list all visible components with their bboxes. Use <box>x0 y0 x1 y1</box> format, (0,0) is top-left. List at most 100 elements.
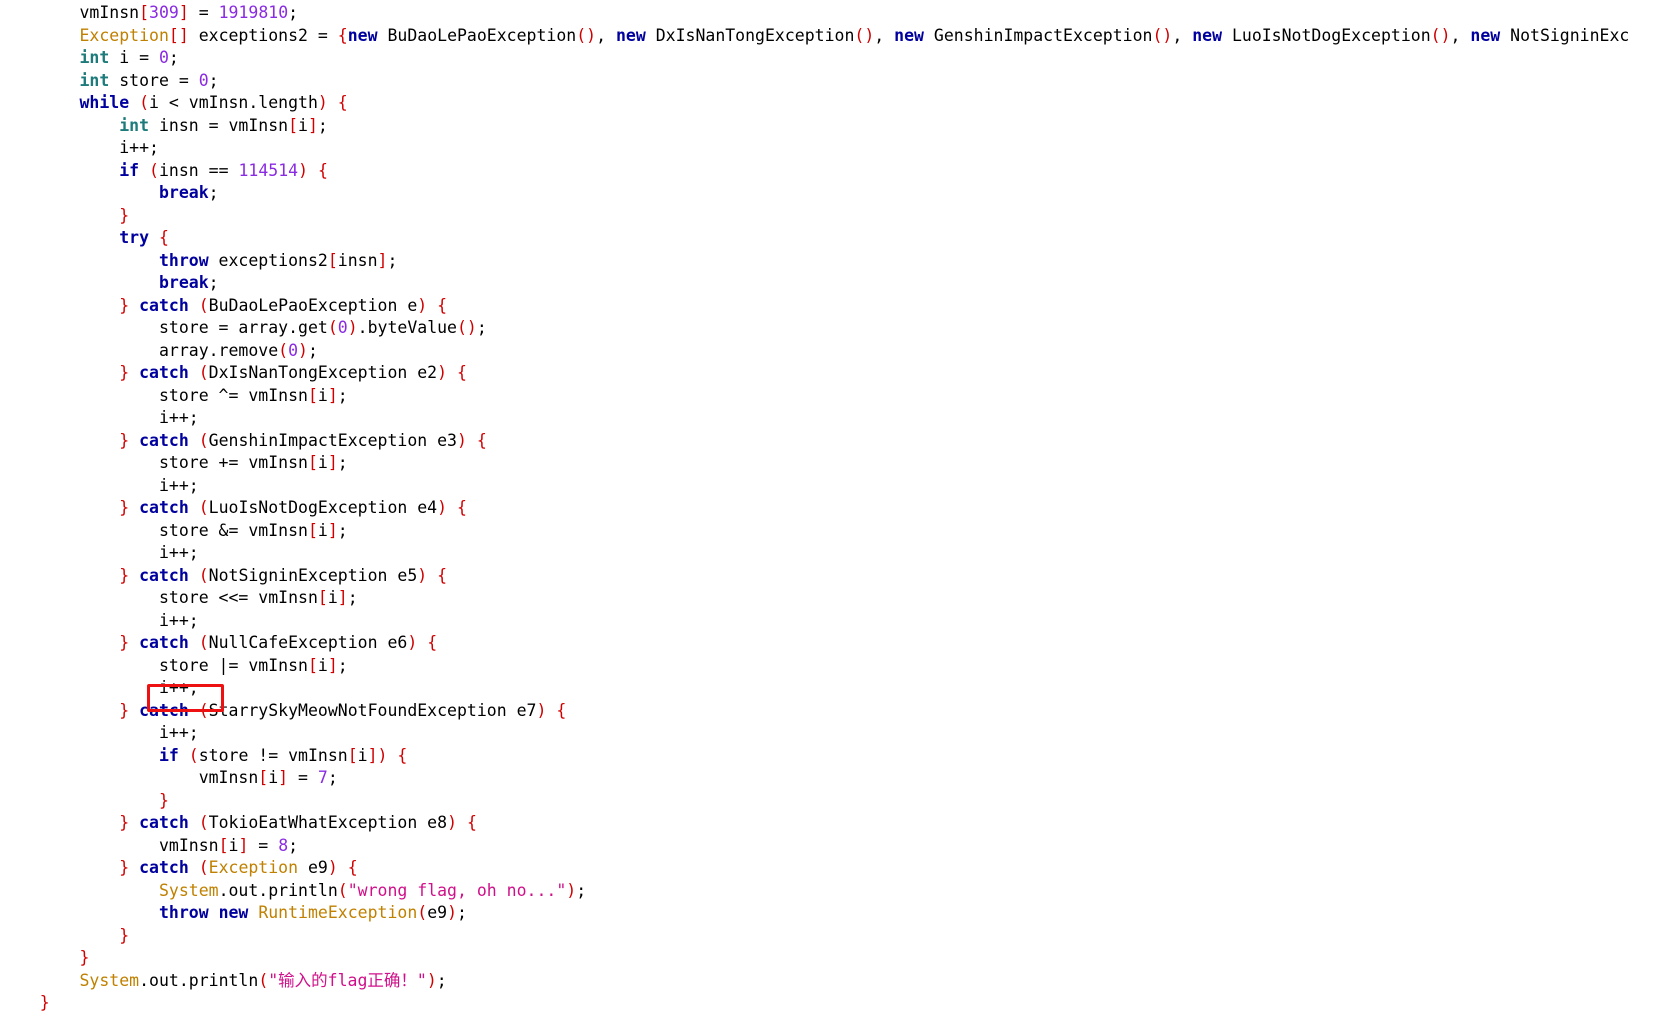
code-token: 0 <box>288 340 299 360</box>
code-token: new <box>615 25 646 45</box>
code-token: ) <box>447 903 458 922</box>
code-token: catch <box>139 565 189 585</box>
code-token: ( <box>198 430 209 450</box>
code-token: , <box>596 25 616 45</box>
code-line: break; <box>0 272 1629 295</box>
code-token: catch <box>139 363 189 382</box>
code-token: break <box>158 273 209 292</box>
code-token: ) <box>417 295 428 315</box>
code-token: i <box>317 385 328 405</box>
code-token: } <box>119 363 130 382</box>
code-view[interactable]: vmInsn[309] = 1919810; Exception[] excep… <box>0 2 1630 1015</box>
code-token: catch <box>139 295 189 315</box>
code-token: BuDaoLePaoException <box>377 25 577 45</box>
code-token: ] <box>178 3 189 22</box>
code-token: .byteValue <box>357 318 457 337</box>
code-line: } catch (DxIsNanTongException e2) { <box>0 362 1629 385</box>
code-token: ; <box>317 115 328 135</box>
code-line: Exception[] exceptions2 = {new BuDaoLePa… <box>0 25 1629 48</box>
code-token: new <box>347 25 378 45</box>
code-token: 0 <box>198 70 209 90</box>
code-token: i++; <box>158 678 199 697</box>
code-token: i <box>357 745 368 765</box>
code-token: [ <box>258 768 269 787</box>
code-token: exceptions2 = <box>188 25 338 45</box>
code-token: ; <box>337 655 348 675</box>
code-line: } catch (NullCafeException e6) { <box>0 632 1629 655</box>
code-token: [ <box>288 115 299 135</box>
code-token: GenshinImpactException <box>923 25 1153 45</box>
code-line: store = array.get(0).byteValue(); <box>0 317 1629 340</box>
code-token: e9 <box>298 858 328 877</box>
code-token: catch <box>139 498 189 517</box>
code-token: insn == <box>158 160 239 180</box>
code-token: 0 <box>158 48 169 67</box>
code-token: i++; <box>119 138 159 157</box>
code-token: } <box>119 295 130 315</box>
code-token: System <box>79 970 140 990</box>
code-token: ; <box>337 385 348 405</box>
code-token: ] <box>327 385 338 405</box>
code-token: } <box>119 700 130 720</box>
code-token: ( <box>198 813 209 832</box>
code-token: ) <box>447 813 457 832</box>
code-token: ) <box>437 363 448 382</box>
code-token: () <box>457 318 477 337</box>
code-token: { <box>437 295 448 315</box>
code-line: } catch (TokioEatWhatException e8) { <box>0 812 1629 835</box>
code-token: } <box>119 498 130 517</box>
code-line: int store = 0; <box>0 70 1629 93</box>
code-token: } <box>119 925 130 945</box>
code-token: "输入的flag正确！" <box>268 970 427 990</box>
code-token: [ <box>317 588 328 607</box>
code-token: ) <box>457 430 467 450</box>
code-token: [ <box>307 520 318 540</box>
code-token: i <box>317 655 328 675</box>
code-line: } catch (Exception e9) { <box>0 857 1629 880</box>
code-token: i++; <box>158 723 199 742</box>
code-token: [] <box>168 25 189 45</box>
code-line: array.remove(0); <box>0 340 1629 363</box>
code-token: ( <box>198 858 209 877</box>
code-line: store &= vmInsn[i]; <box>0 520 1629 543</box>
code-token: 0 <box>337 318 348 337</box>
code-token: ( <box>417 903 428 922</box>
code-line: store ^= vmInsn[i]; <box>0 385 1629 408</box>
code-token: } <box>119 565 130 585</box>
code-token: int <box>79 48 110 67</box>
code-line: store <<= vmInsn[i]; <box>0 587 1629 610</box>
code-line: } catch (StarrySkyMeowNotFoundException … <box>0 700 1629 723</box>
code-line: i++; <box>0 542 1629 565</box>
code-token: i <box>317 520 328 540</box>
code-token: insn = vmInsn <box>149 115 289 135</box>
code-token: ( <box>139 93 150 112</box>
code-token: DxIsNanTongException e2 <box>208 363 438 382</box>
